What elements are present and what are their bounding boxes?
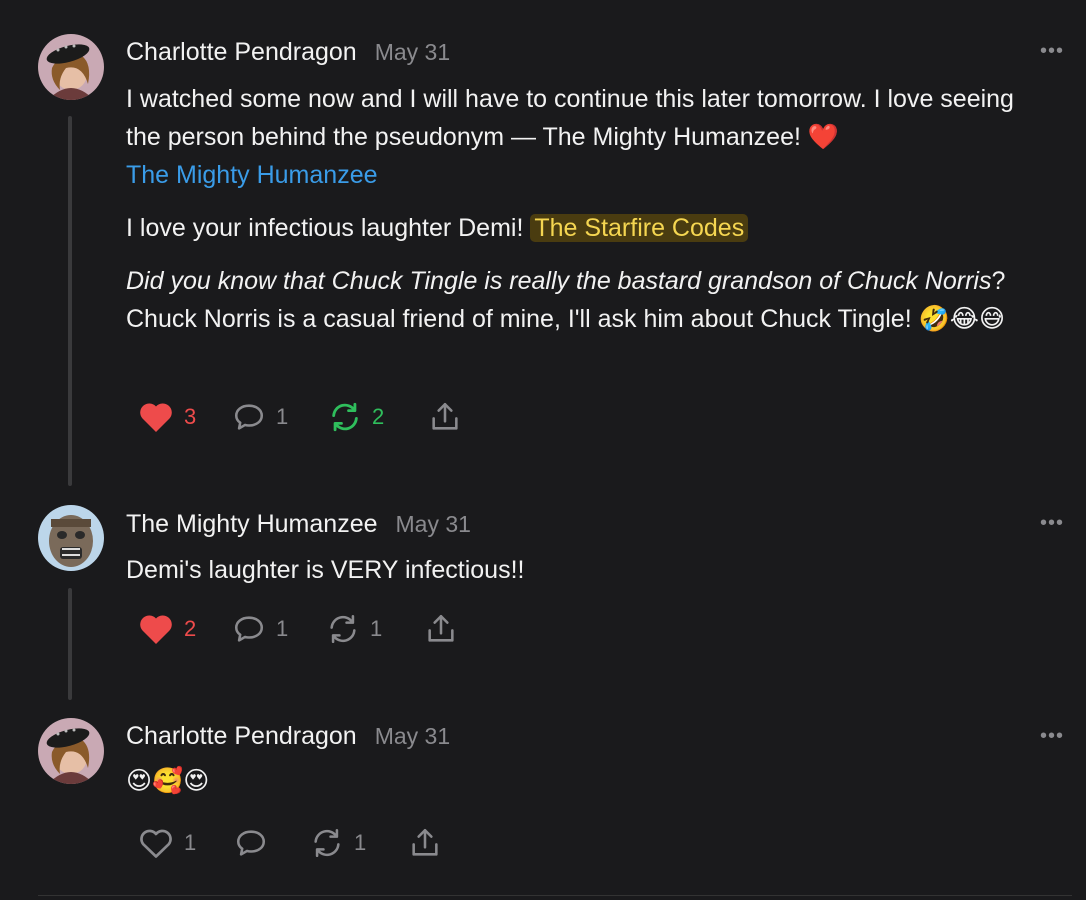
mention-link[interactable]: The Mighty Humanzee [126, 161, 378, 189]
comment-icon [236, 830, 266, 856]
comment-button[interactable] [234, 826, 268, 860]
post-text: I watched some now and I will have to co… [126, 85, 1014, 151]
author-name[interactable]: The Mighty Humanzee May 31 [126, 510, 471, 539]
post-date: May 31 [374, 39, 451, 65]
thread-line [68, 588, 72, 700]
restack-count: 2 [372, 404, 385, 429]
avatar[interactable] [38, 505, 104, 571]
heart-outline-icon [140, 829, 172, 858]
post-date: May 31 [374, 723, 451, 749]
publication-tag[interactable]: The Starfire Codes [530, 214, 749, 242]
heart-filled-icon [140, 615, 172, 644]
share-button[interactable] [428, 400, 462, 434]
share-icon [432, 402, 458, 430]
comment-button[interactable]: 1 [232, 400, 288, 434]
restack-button[interactable]: 2 [328, 400, 384, 434]
heart-filled-icon [140, 403, 172, 432]
like-count: 1 [184, 830, 197, 855]
share-icon [412, 828, 438, 856]
thread-line [68, 116, 72, 486]
like-count: 3 [184, 404, 197, 429]
comment-button[interactable]: 1 [232, 612, 288, 646]
comment-icon [234, 616, 264, 642]
restack-count: 1 [354, 830, 367, 855]
like-button[interactable]: 3 [138, 400, 196, 434]
avatar[interactable] [38, 718, 104, 784]
post-body: Demi's laughter is VERY infectious!! [126, 551, 1046, 589]
post-actions: 3 1 2 [138, 400, 478, 440]
restack-button[interactable]: 1 [310, 826, 366, 860]
comment-count: 1 [276, 616, 289, 641]
post-date: May 31 [395, 511, 471, 537]
post-body: 😍🥰😍 [126, 762, 1046, 800]
post-text: I love your infectious laughter Demi! [126, 214, 524, 242]
avatar[interactable] [38, 34, 104, 100]
more-options-button[interactable]: ••• [1040, 725, 1064, 748]
post-actions: 1 1 [138, 826, 478, 866]
more-options-button[interactable]: ••• [1040, 40, 1064, 63]
divider [38, 895, 1072, 896]
comment-icon [234, 404, 264, 430]
post-actions: 2 1 1 [138, 612, 478, 652]
post-text: 😍🥰😍 [126, 767, 210, 795]
post-body: I watched some now and I will have to co… [126, 80, 1046, 338]
like-button[interactable]: 1 [138, 826, 196, 860]
share-button[interactable] [408, 826, 442, 860]
like-button[interactable]: 2 [138, 612, 196, 646]
author-name[interactable]: Charlotte Pendragon May 31 [126, 722, 450, 751]
restack-count: 1 [370, 616, 383, 641]
more-options-button[interactable]: ••• [1040, 512, 1064, 535]
post-text: Demi's laughter is VERY infectious!! [126, 556, 525, 584]
italic-text: Did you know that Chuck Tingle is really… [126, 267, 992, 295]
share-icon [428, 614, 454, 642]
restack-icon [314, 828, 340, 858]
restack-icon [330, 614, 356, 644]
author-name[interactable]: Charlotte Pendragon May 31 [126, 38, 450, 67]
comment-count: 1 [276, 404, 289, 429]
share-button[interactable] [424, 612, 458, 646]
restack-button[interactable]: 1 [326, 612, 382, 646]
like-count: 2 [184, 616, 197, 641]
restack-icon [332, 402, 358, 432]
